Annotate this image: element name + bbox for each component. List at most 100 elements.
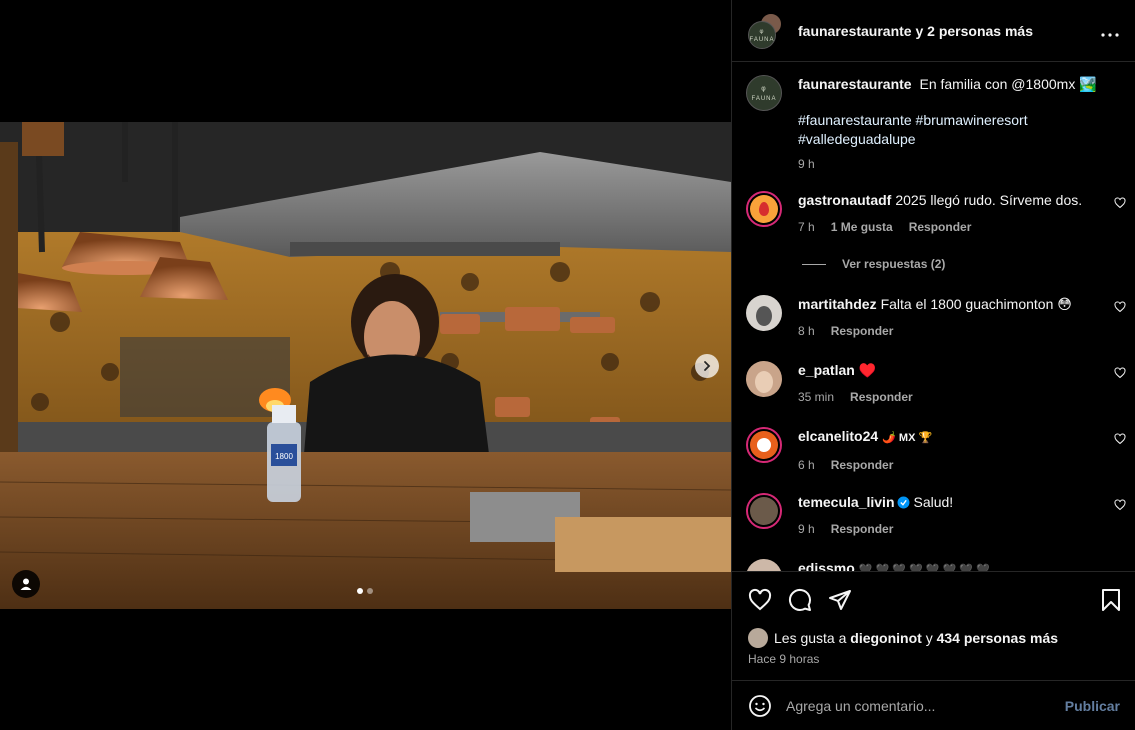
avatar[interactable] bbox=[746, 559, 782, 571]
replies-divider bbox=[802, 263, 826, 265]
comment-username[interactable]: e_patlan bbox=[798, 362, 855, 378]
view-replies-label: Ver respuestas (2) bbox=[842, 257, 946, 271]
like-comment-heart-icon[interactable] bbox=[1114, 433, 1126, 445]
caption-meta: 9 h bbox=[798, 155, 1126, 174]
more-options-button[interactable] bbox=[1101, 22, 1119, 40]
comment-item: edissmo 🖤 🖤 🖤 🖤 🖤 🖤 🖤 🖤 bbox=[746, 559, 1126, 571]
martitahdez-avatar bbox=[756, 306, 772, 326]
save-bookmark-icon[interactable] bbox=[1100, 588, 1122, 612]
post-photo[interactable]: 1800 bbox=[0, 122, 731, 609]
more-horizontal-icon bbox=[1101, 32, 1119, 37]
comment-text: 🌶️ MX 🏆 bbox=[882, 432, 933, 444]
fauna-logo-icon: ᵠ bbox=[761, 84, 767, 96]
comments-list[interactable]: ᵠ FAUNA faunarestaurante En familia con … bbox=[732, 63, 1135, 571]
comment-username[interactable]: temecula_livin bbox=[798, 493, 895, 512]
comment-icon[interactable] bbox=[788, 588, 812, 612]
comment-time[interactable]: 7 h bbox=[798, 218, 815, 237]
like-comment-heart-icon[interactable] bbox=[1114, 499, 1126, 511]
fauna-avatar-label: FAUNA bbox=[749, 36, 775, 43]
user-icon bbox=[20, 578, 32, 590]
next-photo-button[interactable] bbox=[695, 354, 719, 378]
elcanelito24-avatar bbox=[750, 431, 778, 459]
comment-time[interactable]: 9 h bbox=[798, 520, 815, 539]
fauna-logo-icon: ᵠ bbox=[759, 26, 765, 37]
gastronautadf-avatar bbox=[750, 195, 778, 223]
like-comment-heart-icon[interactable] bbox=[1114, 367, 1126, 379]
caption-hashtags[interactable]: #faunarestaurante #brumawineresort #vall… bbox=[798, 111, 1048, 149]
comment-text: 🖤 🖤 🖤 🖤 🖤 🖤 🖤 🖤 bbox=[858, 564, 990, 571]
fauna-avatar-label: FAUNA bbox=[751, 95, 777, 102]
likes-prefix: Les gusta a bbox=[774, 630, 847, 646]
comment-username[interactable]: gastronautadf bbox=[798, 192, 891, 208]
comment-text: 2025 llegó rudo. Sírveme dos. bbox=[895, 192, 1083, 208]
post-media-area: 1800 bbox=[0, 0, 731, 730]
publish-button[interactable]: Publicar bbox=[1065, 698, 1120, 714]
post-header: ᵠ FAUNA faunarestaurante y 2 personas má… bbox=[732, 0, 1135, 62]
like-heart-icon[interactable] bbox=[748, 588, 772, 612]
post-actions: Les gusta a diegoninot y 434 personas má… bbox=[732, 571, 1135, 680]
avatar[interactable] bbox=[746, 295, 782, 331]
temecula-livin-avatar bbox=[750, 497, 778, 525]
post-caption: ᵠ FAUNA faunarestaurante En familia con … bbox=[746, 75, 1126, 174]
carousel-dot-active bbox=[357, 588, 363, 594]
comment-input[interactable] bbox=[786, 697, 1065, 714]
avatar[interactable] bbox=[746, 361, 782, 397]
verified-badge-icon bbox=[897, 496, 909, 509]
view-replies-button[interactable]: Ver respuestas (2) bbox=[802, 257, 945, 271]
post-author-title[interactable]: faunarestaurante y 2 personas más bbox=[798, 23, 1101, 39]
comment-time[interactable]: 8 h bbox=[798, 322, 815, 341]
post-time[interactable]: Hace 9 horas bbox=[748, 652, 819, 666]
comment-item: martitahdez Falta el 1800 guachimonton 😳 … bbox=[746, 295, 1126, 341]
comment-time[interactable]: 6 h bbox=[798, 456, 815, 475]
diegoninot-avatar[interactable] bbox=[748, 628, 768, 648]
share-paper-plane-icon[interactable] bbox=[828, 588, 852, 612]
comment-likes[interactable]: 1 Me gusta bbox=[831, 218, 893, 237]
caption-time[interactable]: 9 h bbox=[798, 155, 815, 174]
comment-username[interactable]: elcanelito24 bbox=[798, 428, 878, 444]
avatar[interactable] bbox=[746, 427, 782, 463]
fauna-avatar: ᵠ FAUNA bbox=[748, 20, 776, 49]
collab-avatars[interactable]: ᵠ FAUNA bbox=[748, 12, 784, 49]
carousel-indicator bbox=[357, 588, 373, 594]
carousel-dot bbox=[367, 588, 373, 594]
chevron-right-icon bbox=[704, 361, 711, 371]
caption-text: En familia con @1800mx 🏞️ bbox=[919, 76, 1097, 92]
likes-others[interactable]: 434 personas más bbox=[937, 630, 1058, 646]
comment-item: elcanelito24 🌶️ MX 🏆 6 h Responder bbox=[746, 427, 1126, 475]
comment-meta: 8 h Responder bbox=[798, 322, 1126, 341]
kitchen-photo: 1800 bbox=[0, 122, 731, 609]
emoji-icon[interactable] bbox=[748, 694, 772, 718]
add-comment-bar: Publicar bbox=[732, 680, 1135, 730]
comment-text: Salud! bbox=[913, 494, 954, 510]
fauna-avatar[interactable]: ᵠ FAUNA bbox=[746, 75, 782, 111]
reply-button[interactable]: Responder bbox=[850, 388, 913, 407]
reply-button[interactable]: Responder bbox=[831, 322, 894, 341]
pin-icon bbox=[759, 202, 769, 216]
tagged-users-button[interactable] bbox=[12, 570, 40, 598]
comment-username[interactable]: martitahdez bbox=[798, 296, 877, 312]
comment-meta: 35 min Responder bbox=[798, 388, 1126, 407]
comment-meta: 9 h Responder bbox=[798, 520, 1126, 539]
avatar[interactable] bbox=[746, 493, 782, 529]
likes-summary: Les gusta a diegoninot y 434 personas má… bbox=[748, 628, 1058, 648]
reply-button[interactable]: Responder bbox=[909, 218, 972, 237]
caption-username[interactable]: faunarestaurante bbox=[798, 76, 912, 92]
likes-conjunction: y bbox=[925, 630, 933, 646]
comment-text: ♥️ bbox=[858, 362, 877, 378]
reply-button[interactable]: Responder bbox=[831, 456, 894, 475]
like-comment-heart-icon[interactable] bbox=[1114, 197, 1126, 209]
comment-item: gastronautadf 2025 llegó rudo. Sírveme do… bbox=[746, 191, 1126, 237]
logo-icon bbox=[757, 438, 771, 452]
comment-item: temecula_livin Salud! 9 h Responder bbox=[746, 493, 1126, 539]
comment-text: Falta el 1800 guachimonton 😳 bbox=[880, 296, 1072, 312]
comment-item: e_patlan ♥️ 35 min Responder bbox=[746, 361, 1126, 407]
comment-time[interactable]: 35 min bbox=[798, 388, 834, 407]
e-patlan-avatar bbox=[755, 371, 773, 393]
post-side-panel: ᵠ FAUNA faunarestaurante y 2 personas má… bbox=[731, 0, 1135, 730]
like-comment-heart-icon[interactable] bbox=[1114, 301, 1126, 313]
avatar[interactable] bbox=[746, 191, 782, 227]
reply-button[interactable]: Responder bbox=[831, 520, 894, 539]
likes-user[interactable]: diegoninot bbox=[850, 630, 922, 646]
comment-username[interactable]: edissmo bbox=[798, 560, 855, 571]
comment-meta: 6 h Responder bbox=[798, 456, 1126, 475]
